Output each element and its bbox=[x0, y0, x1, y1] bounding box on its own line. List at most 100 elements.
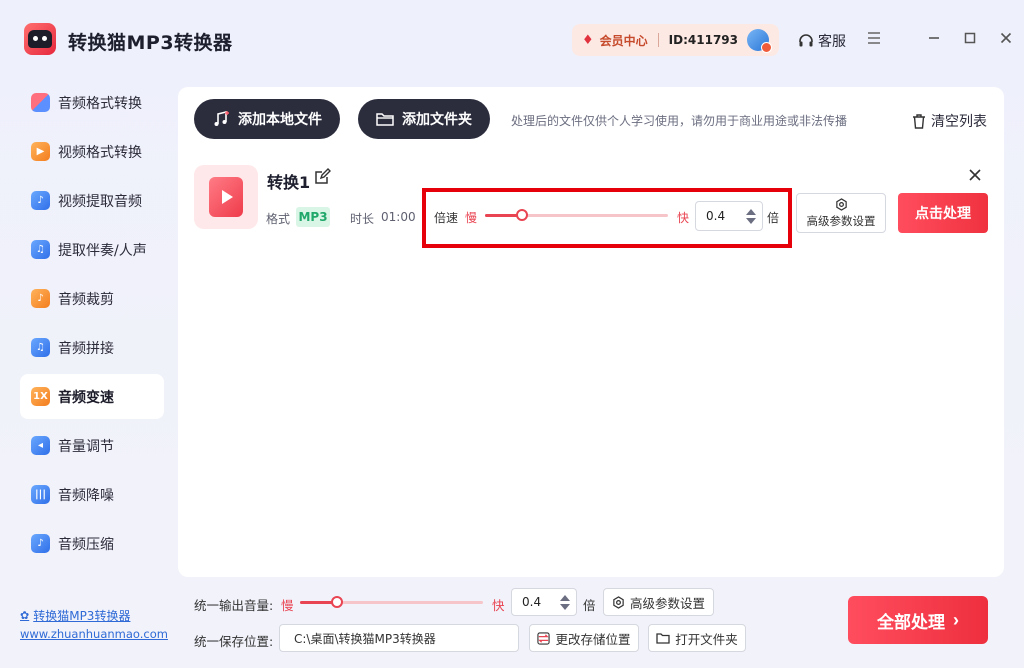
maximize-icon[interactable] bbox=[960, 28, 980, 48]
save-path-field[interactable]: C:\桌面\转换猫MP3转换器 bbox=[279, 624, 519, 652]
video-extract-icon: ♪ bbox=[31, 191, 50, 210]
audio-speed-icon: 1X bbox=[31, 387, 50, 406]
sidebar-item-label: 视频提取音频 bbox=[58, 193, 142, 210]
compress-icon: ♪ bbox=[31, 534, 50, 553]
folder-icon bbox=[376, 113, 394, 126]
customer-service-button[interactable]: 客服 bbox=[798, 31, 846, 51]
refresh-icon bbox=[537, 631, 551, 645]
sidebar-item-audio-speed[interactable]: 1X 音频变速 bbox=[20, 374, 164, 419]
speed-slider-handle[interactable] bbox=[516, 209, 528, 221]
bottom-advanced-settings-label: 高级参数设置 bbox=[629, 595, 705, 611]
volume-slider-handle[interactable] bbox=[331, 596, 343, 608]
change-location-label: 更改存储位置 bbox=[555, 631, 631, 647]
sidebar-item-denoise[interactable]: ||| 音频降噪 bbox=[20, 472, 164, 517]
diamond-icon: ♦ bbox=[582, 32, 594, 48]
speed-stepper[interactable]: 0.4 bbox=[695, 201, 763, 231]
clear-list-label: 清空列表 bbox=[931, 114, 987, 130]
increment-icon[interactable] bbox=[746, 208, 756, 215]
format-badge: MP3 bbox=[296, 207, 330, 227]
chevron-right-icon: › bbox=[953, 609, 959, 630]
volume-icon: ◂ bbox=[31, 436, 50, 455]
clear-list-button[interactable]: 清空列表 bbox=[912, 111, 987, 131]
decrement-icon[interactable] bbox=[560, 603, 570, 610]
avatar[interactable] bbox=[747, 29, 772, 53]
open-folder-label: 打开文件夹 bbox=[675, 631, 738, 647]
customer-service-label: 客服 bbox=[818, 34, 846, 50]
vip-center-label: 会员中心 bbox=[599, 33, 648, 48]
advanced-settings-button[interactable]: 高级参数设置 bbox=[796, 193, 886, 233]
advanced-settings-label: 高级参数设置 bbox=[806, 213, 876, 228]
sidebar-item-audio-merge[interactable]: ♫ 音频拼接 bbox=[20, 325, 164, 370]
duration-value: 01:00 bbox=[381, 210, 416, 224]
edit-icon[interactable] bbox=[313, 168, 331, 186]
speed-label: 倍速 bbox=[434, 211, 459, 225]
sidebar-item-label: 视频格式转换 bbox=[58, 144, 142, 161]
slow-label: 慢 bbox=[465, 211, 478, 225]
process-all-button[interactable]: 全部处理 › bbox=[848, 596, 988, 644]
speed-value: 0.4 bbox=[706, 209, 726, 223]
user-id: ID:411793 bbox=[668, 33, 738, 47]
duration-label: 时长 bbox=[350, 212, 375, 226]
footer-app-link-label: 转换猫MP3转换器 bbox=[33, 609, 131, 623]
sidebar-item-audio-format[interactable]: 音频格式转换 bbox=[20, 80, 164, 125]
process-all-label: 全部处理 bbox=[877, 612, 945, 632]
footer-app-link[interactable]: ✿ 转换猫MP3转换器 bbox=[20, 607, 130, 624]
add-folder-button[interactable]: 添加文件夹 bbox=[358, 99, 490, 139]
process-button[interactable]: 点击处理 bbox=[898, 193, 988, 233]
usage-notice: 处理后的文件仅供个人学习使用，请勿用于商业用途或非法传播 bbox=[511, 114, 848, 128]
folder-icon bbox=[656, 633, 670, 644]
video-format-icon: ▶ bbox=[31, 142, 50, 161]
sidebar-item-label: 音频格式转换 bbox=[58, 95, 142, 112]
sidebar-item-video-format[interactable]: ▶ 视频格式转换 bbox=[20, 129, 164, 174]
menu-icon[interactable] bbox=[864, 28, 884, 48]
save-location-label: 统一保存位置: bbox=[194, 634, 274, 649]
sidebar-item-compress[interactable]: ♪ 音频压缩 bbox=[20, 521, 164, 566]
bottom-advanced-settings-button[interactable]: 高级参数设置 bbox=[603, 588, 714, 616]
sidebar-item-volume[interactable]: ◂ 音量调节 bbox=[20, 423, 164, 468]
increment-icon[interactable] bbox=[560, 594, 570, 601]
sidebar-item-label: 音频变速 bbox=[58, 389, 114, 406]
vip-center-pill[interactable]: ♦ 会员中心 ID:411793 bbox=[572, 24, 779, 56]
speed-unit: 倍 bbox=[767, 211, 780, 225]
add-music-icon bbox=[214, 110, 229, 126]
app-logo bbox=[24, 23, 56, 55]
app-title: 转换猫MP3转换器 bbox=[68, 32, 233, 54]
add-folder-label: 添加文件夹 bbox=[402, 111, 472, 127]
sidebar-item-label: 音频压缩 bbox=[58, 536, 114, 553]
audio-cut-icon: ♪ bbox=[31, 289, 50, 308]
sidebar-item-label: 音量调节 bbox=[58, 438, 114, 455]
sidebar-item-label: 提取伴奏/人声 bbox=[58, 242, 147, 259]
file-name: 转换1 bbox=[267, 173, 311, 192]
sidebar: 音频格式转换 ▶ 视频格式转换 ♪ 视频提取音频 ♫ 提取伴奏/人声 ♪ 音频裁… bbox=[20, 80, 164, 570]
file-thumbnail bbox=[194, 165, 258, 229]
footer-url-link[interactable]: www.zhuanhuanmao.com bbox=[20, 627, 168, 641]
open-folder-button[interactable]: 打开文件夹 bbox=[648, 624, 746, 652]
sidebar-item-audio-cut[interactable]: ♪ 音频裁剪 bbox=[20, 276, 164, 321]
paw-icon: ✿ bbox=[20, 609, 30, 622]
audio-format-icon bbox=[31, 93, 50, 112]
change-location-button[interactable]: 更改存储位置 bbox=[529, 624, 639, 652]
audio-merge-icon: ♫ bbox=[31, 338, 50, 357]
headset-icon bbox=[799, 34, 813, 47]
minimize-icon[interactable] bbox=[924, 28, 944, 48]
close-window-icon[interactable] bbox=[996, 28, 1016, 48]
remove-file-icon[interactable] bbox=[966, 166, 984, 184]
output-volume-label: 统一输出音量: bbox=[194, 598, 274, 613]
format-label: 格式 bbox=[266, 212, 291, 226]
bottom-slow-label: 慢 bbox=[281, 598, 294, 613]
add-local-file-label: 添加本地文件 bbox=[238, 111, 322, 127]
settings-hex-icon bbox=[613, 595, 624, 609]
sidebar-item-label: 音频裁剪 bbox=[58, 291, 114, 308]
sidebar-item-video-extract[interactable]: ♪ 视频提取音频 bbox=[20, 178, 164, 223]
add-local-file-button[interactable]: 添加本地文件 bbox=[194, 99, 340, 139]
volume-stepper[interactable]: 0.4 bbox=[511, 588, 577, 616]
sidebar-item-vocal-extract[interactable]: ♫ 提取伴奏/人声 bbox=[20, 227, 164, 272]
vocal-extract-icon: ♫ bbox=[31, 240, 50, 259]
denoise-icon: ||| bbox=[31, 485, 50, 504]
file-list-panel bbox=[178, 87, 1004, 577]
sidebar-item-label: 音频降噪 bbox=[58, 487, 114, 504]
decrement-icon[interactable] bbox=[746, 217, 756, 224]
settings-hex-icon bbox=[835, 197, 847, 211]
bottom-fast-label: 快 bbox=[492, 598, 505, 613]
trash-icon bbox=[913, 113, 925, 129]
